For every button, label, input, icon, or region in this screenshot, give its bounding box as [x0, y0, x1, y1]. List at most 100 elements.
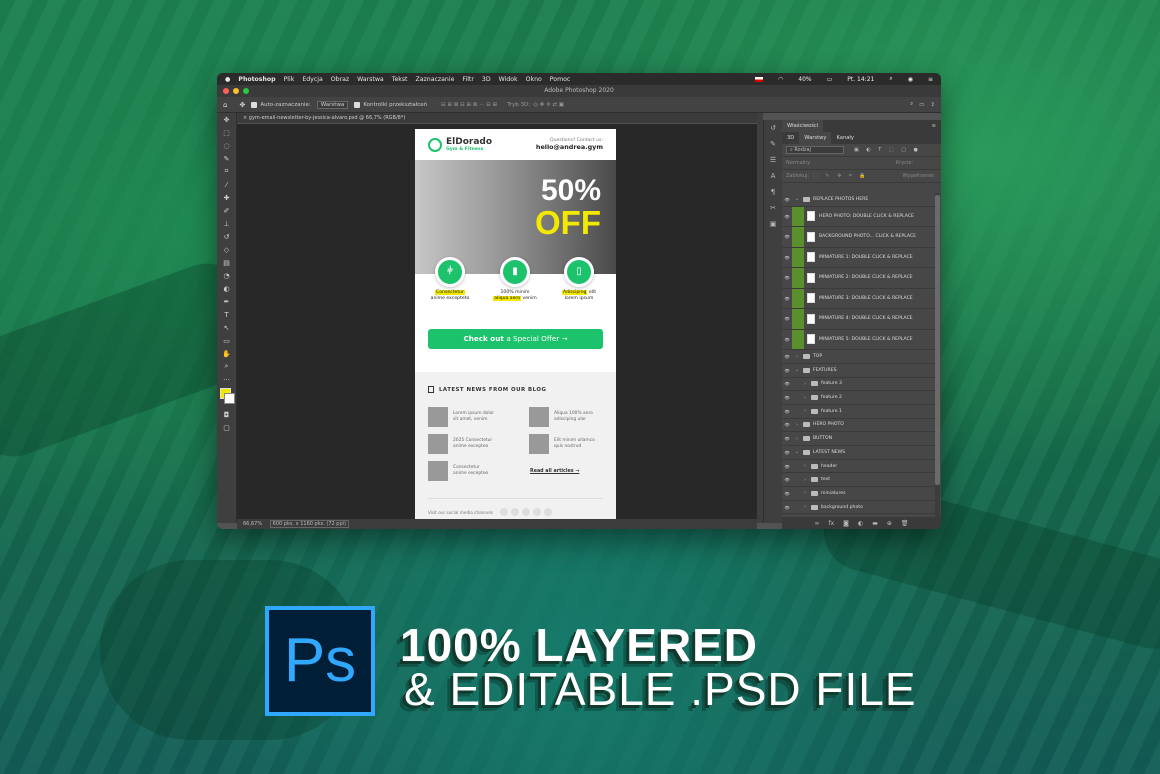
visibility-eye-icon[interactable]: 👁: [782, 409, 792, 414]
visibility-eye-icon[interactable]: 👁: [782, 477, 792, 482]
more-tools-icon[interactable]: ···: [217, 373, 236, 386]
layer-row[interactable]: 👁 › background photo: [782, 501, 935, 515]
menu-image[interactable]: Obraz: [331, 76, 349, 83]
clock[interactable]: Pt. 14:21: [847, 76, 874, 83]
auto-select-checkbox[interactable]: [251, 101, 258, 108]
chevron-down-icon[interactable]: ⌄: [794, 196, 800, 202]
tab-layers[interactable]: Warstwy: [799, 132, 832, 144]
gradient-tool-icon[interactable]: ▤: [217, 256, 236, 269]
visibility-eye-icon[interactable]: 👁: [782, 450, 792, 455]
history-brush-icon[interactable]: ↺: [217, 230, 236, 243]
menu-help[interactable]: Pomoc: [550, 76, 571, 83]
menu-layer[interactable]: Warstwa: [357, 76, 384, 83]
layer-row[interactable]: 👁 MINIATURE 5: DOUBLE CLICK & REPLACE: [782, 329, 935, 351]
layer-row[interactable]: 👁 › text: [782, 473, 935, 488]
zoom-button[interactable]: [243, 88, 249, 94]
blog-item[interactable]: Lorem ipsum dolor sit amet, venim: [428, 407, 503, 427]
eraser-tool-icon[interactable]: ◇: [217, 243, 236, 256]
tab-3d[interactable]: 3D: [782, 135, 799, 141]
close-button[interactable]: [223, 88, 229, 94]
stamp-tool-icon[interactable]: ⊥: [217, 217, 236, 230]
social-icon[interactable]: [543, 508, 552, 516]
type-tool-icon[interactable]: T: [217, 308, 236, 321]
3d-tools-icons[interactable]: ◎ ✥ ✢ ⇄ ▣: [533, 102, 564, 108]
smart-object-thumbnail[interactable]: [807, 334, 815, 345]
blog-item[interactable]: Aliqua 100% aero adisciping ulor: [529, 407, 604, 427]
paragraph-icon[interactable]: ¶: [764, 184, 782, 200]
layer-row[interactable]: 👁 › feature 1: [782, 405, 935, 419]
brush-settings-icon[interactable]: ✎: [764, 136, 782, 152]
quick-mask-icon[interactable]: ◘: [217, 408, 236, 421]
eyedropper-tool-icon[interactable]: ⁄: [217, 178, 236, 191]
smart-object-thumbnail[interactable]: [807, 272, 815, 283]
visibility-eye-icon[interactable]: 👁: [782, 255, 792, 260]
libraries-icon[interactable]: ▣: [764, 216, 782, 232]
visibility-eye-icon[interactable]: 👁: [782, 505, 792, 510]
menu-view[interactable]: Widok: [499, 76, 518, 83]
document-tab[interactable]: × gym-email-newsletter-by-jessica-alvaro…: [237, 113, 757, 123]
marquee-tool-icon[interactable]: ⬚: [217, 126, 236, 139]
transform-controls-checkbox[interactable]: [354, 101, 361, 108]
rectangle-tool-icon[interactable]: ▭: [217, 334, 236, 347]
fx-icon[interactable]: fx: [828, 520, 834, 527]
layer-row[interactable]: 👁 › TOP: [782, 350, 935, 364]
visibility-eye-icon[interactable]: 👁: [782, 491, 792, 496]
character-icon[interactable]: A: [764, 168, 782, 184]
search-icon[interactable]: ⌕: [889, 75, 892, 83]
smart-object-thumbnail[interactable]: [807, 252, 815, 263]
menu-select[interactable]: Zaznaczanie: [416, 76, 455, 83]
chevron-right-icon[interactable]: ›: [802, 504, 808, 510]
chevron-right-icon[interactable]: ›: [802, 381, 808, 387]
chevron-right-icon[interactable]: ›: [802, 395, 808, 401]
visibility-eye-icon[interactable]: 👁: [782, 316, 792, 321]
layer-row[interactable]: 👁 › feature 2: [782, 391, 935, 405]
zoom-tool-icon[interactable]: ⌕: [217, 360, 236, 373]
blur-tool-icon[interactable]: ◔: [217, 269, 236, 282]
menu-filter[interactable]: Filtr: [462, 76, 474, 83]
healing-tool-icon[interactable]: ✚: [217, 191, 236, 204]
layer-row[interactable]: 👁 ⌄ LATEST NEWS: [782, 446, 935, 460]
layer-row[interactable]: 👁 HERO PHOTO: DOUBLE CLICK & REPLACE: [782, 206, 935, 228]
layer-row[interactable]: 👁 MINIATURE 1: DOUBLE CLICK & REPLACE: [782, 247, 935, 269]
layer-row[interactable]: 👁 MINIATURE 4: DOUBLE CLICK & REPLACE: [782, 309, 935, 330]
visibility-eye-icon[interactable]: 👁: [782, 214, 792, 219]
chevron-right-icon[interactable]: ›: [802, 463, 808, 469]
read-all-link[interactable]: Read all articles →: [530, 469, 579, 474]
visibility-eye-icon[interactable]: 👁: [782, 436, 792, 441]
visibility-eye-icon[interactable]: 👁: [782, 464, 792, 469]
battery-icon[interactable]: ▭: [827, 76, 833, 83]
visibility-eye-icon[interactable]: 👁: [782, 422, 792, 427]
visibility-eye-icon[interactable]: 👁: [782, 395, 792, 400]
smart-object-thumbnail[interactable]: [807, 211, 815, 222]
trash-icon[interactable]: 🗑: [901, 520, 909, 527]
layer-row[interactable]: 👁 MINIATURE 2: DOUBLE CLICK & REPLACE: [782, 268, 935, 289]
blog-item[interactable]: Elit minim ullamco quis nostrud: [529, 434, 604, 454]
visibility-eye-icon[interactable]: 👁: [782, 275, 792, 280]
menu-file[interactable]: Plik: [284, 76, 295, 83]
home-icon[interactable]: ⌂: [223, 101, 227, 109]
link-icon[interactable]: ∞: [814, 520, 819, 527]
layer-row[interactable]: 👁 › miniatures: [782, 487, 935, 501]
menu-type[interactable]: Tekst: [392, 76, 408, 83]
new-layer-icon[interactable]: ⊕: [887, 520, 892, 527]
social-icon[interactable]: [521, 508, 530, 516]
wifi-icon[interactable]: ◠: [778, 76, 783, 83]
workspace-icon[interactable]: ▭: [919, 102, 924, 108]
path-select-tool-icon[interactable]: ↖: [217, 321, 236, 334]
social-icon[interactable]: [499, 508, 508, 516]
smart-object-thumbnail[interactable]: [807, 293, 815, 304]
menu-edit[interactable]: Edycja: [302, 76, 322, 83]
chevron-right-icon[interactable]: ›: [802, 408, 808, 414]
screen-mode-icon[interactable]: ▢: [217, 421, 236, 434]
auto-select-dropdown[interactable]: Warstwa: [316, 100, 349, 109]
share-icon[interactable]: ⇪: [930, 102, 935, 108]
move-icon[interactable]: ✥: [239, 101, 245, 109]
zoom-level[interactable]: 66,67%: [243, 521, 262, 527]
chevron-right-icon[interactable]: ›: [802, 477, 808, 483]
layer-row[interactable]: 👁 BACKGROUND PHOTO... CLICK & REPLACE: [782, 227, 935, 248]
chevron-down-icon[interactable]: ⌄: [794, 449, 800, 455]
smart-object-thumbnail[interactable]: [807, 231, 815, 242]
blog-item[interactable]: 2025 Consectetur anime excepteo: [428, 434, 503, 454]
social-icon[interactable]: [532, 508, 541, 516]
tab-channels[interactable]: Kanały: [831, 135, 859, 141]
